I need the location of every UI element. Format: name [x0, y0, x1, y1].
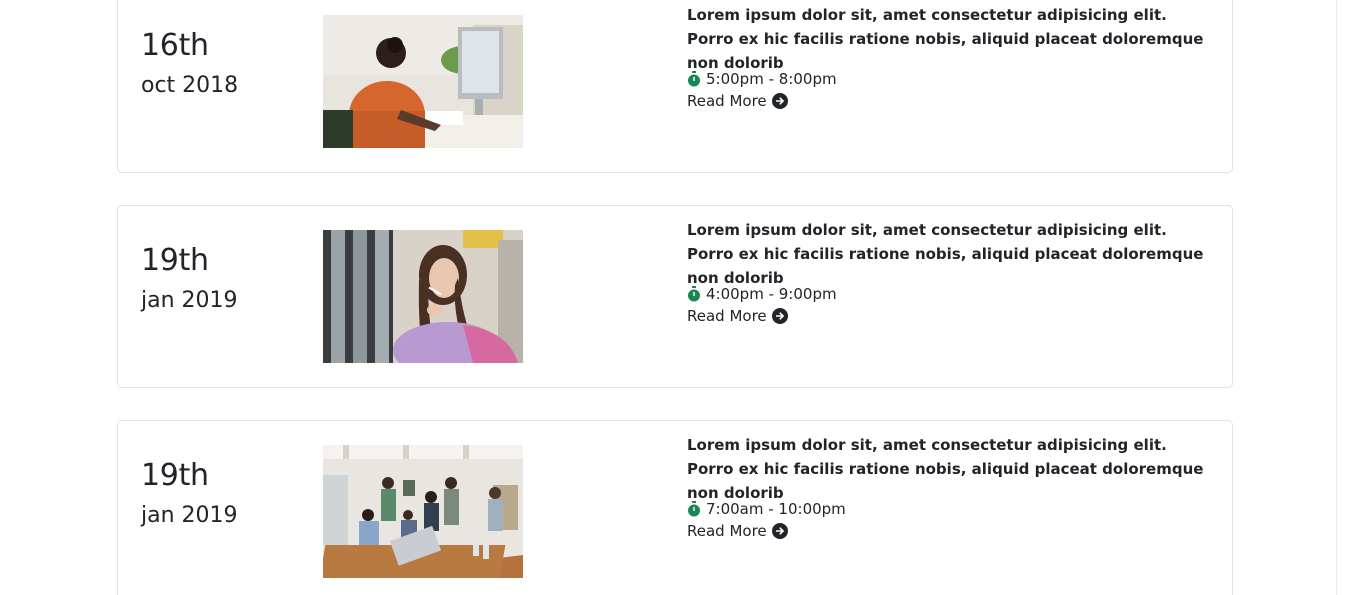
stopwatch-icon [687, 501, 701, 517]
event-time-text: 4:00pm - 9:00pm [706, 285, 837, 303]
event-title: Lorem ipsum dolor sit, amet consectetur … [687, 221, 1204, 287]
event-day: 16th [141, 28, 209, 63]
event-card: 16th oct 2018 Lorem ipsum dolor sit, ame… [117, 0, 1233, 173]
event-card: 19th jan 2019 Lorem ipsum dolor sit, ame… [117, 420, 1233, 595]
arrow-circle-right-icon [771, 523, 788, 539]
event-month-year: jan 2019 [141, 503, 238, 528]
event-month-year: oct 2018 [141, 73, 239, 98]
event-day: 19th [141, 458, 209, 493]
event-time-text: 5:00pm - 8:00pm [706, 70, 837, 88]
read-more-label: Read More [687, 522, 767, 540]
stopwatch-icon [687, 71, 701, 87]
event-time: 5:00pm - 8:00pm [687, 68, 837, 90]
read-more-link[interactable]: Read More [687, 520, 788, 542]
arrow-circle-right-icon [771, 308, 788, 324]
read-more-link[interactable]: Read More [687, 90, 788, 112]
event-title: Lorem ipsum dolor sit, amet consectetur … [687, 6, 1204, 72]
page-scrollbar[interactable] [1336, 0, 1351, 595]
read-more-link[interactable]: Read More [687, 305, 788, 327]
event-title: Lorem ipsum dolor sit, amet consectetur … [687, 436, 1204, 502]
event-time: 7:00am - 10:00pm [687, 498, 846, 520]
event-photo [323, 230, 523, 363]
event-photo [323, 445, 523, 578]
read-more-label: Read More [687, 307, 767, 325]
arrow-circle-right-icon [771, 93, 788, 109]
event-month-year: jan 2019 [141, 288, 238, 313]
event-card: 19th jan 2019 Lorem ipsum dolor sit, ame… [117, 205, 1233, 388]
events-page: 16th oct 2018 Lorem ipsum dolor sit, ame… [0, 0, 1351, 595]
read-more-label: Read More [687, 92, 767, 110]
stopwatch-icon [687, 286, 701, 302]
event-time-text: 7:00am - 10:00pm [706, 500, 846, 518]
event-time: 4:00pm - 9:00pm [687, 283, 837, 305]
event-day: 19th [141, 243, 209, 278]
event-photo [323, 15, 523, 148]
